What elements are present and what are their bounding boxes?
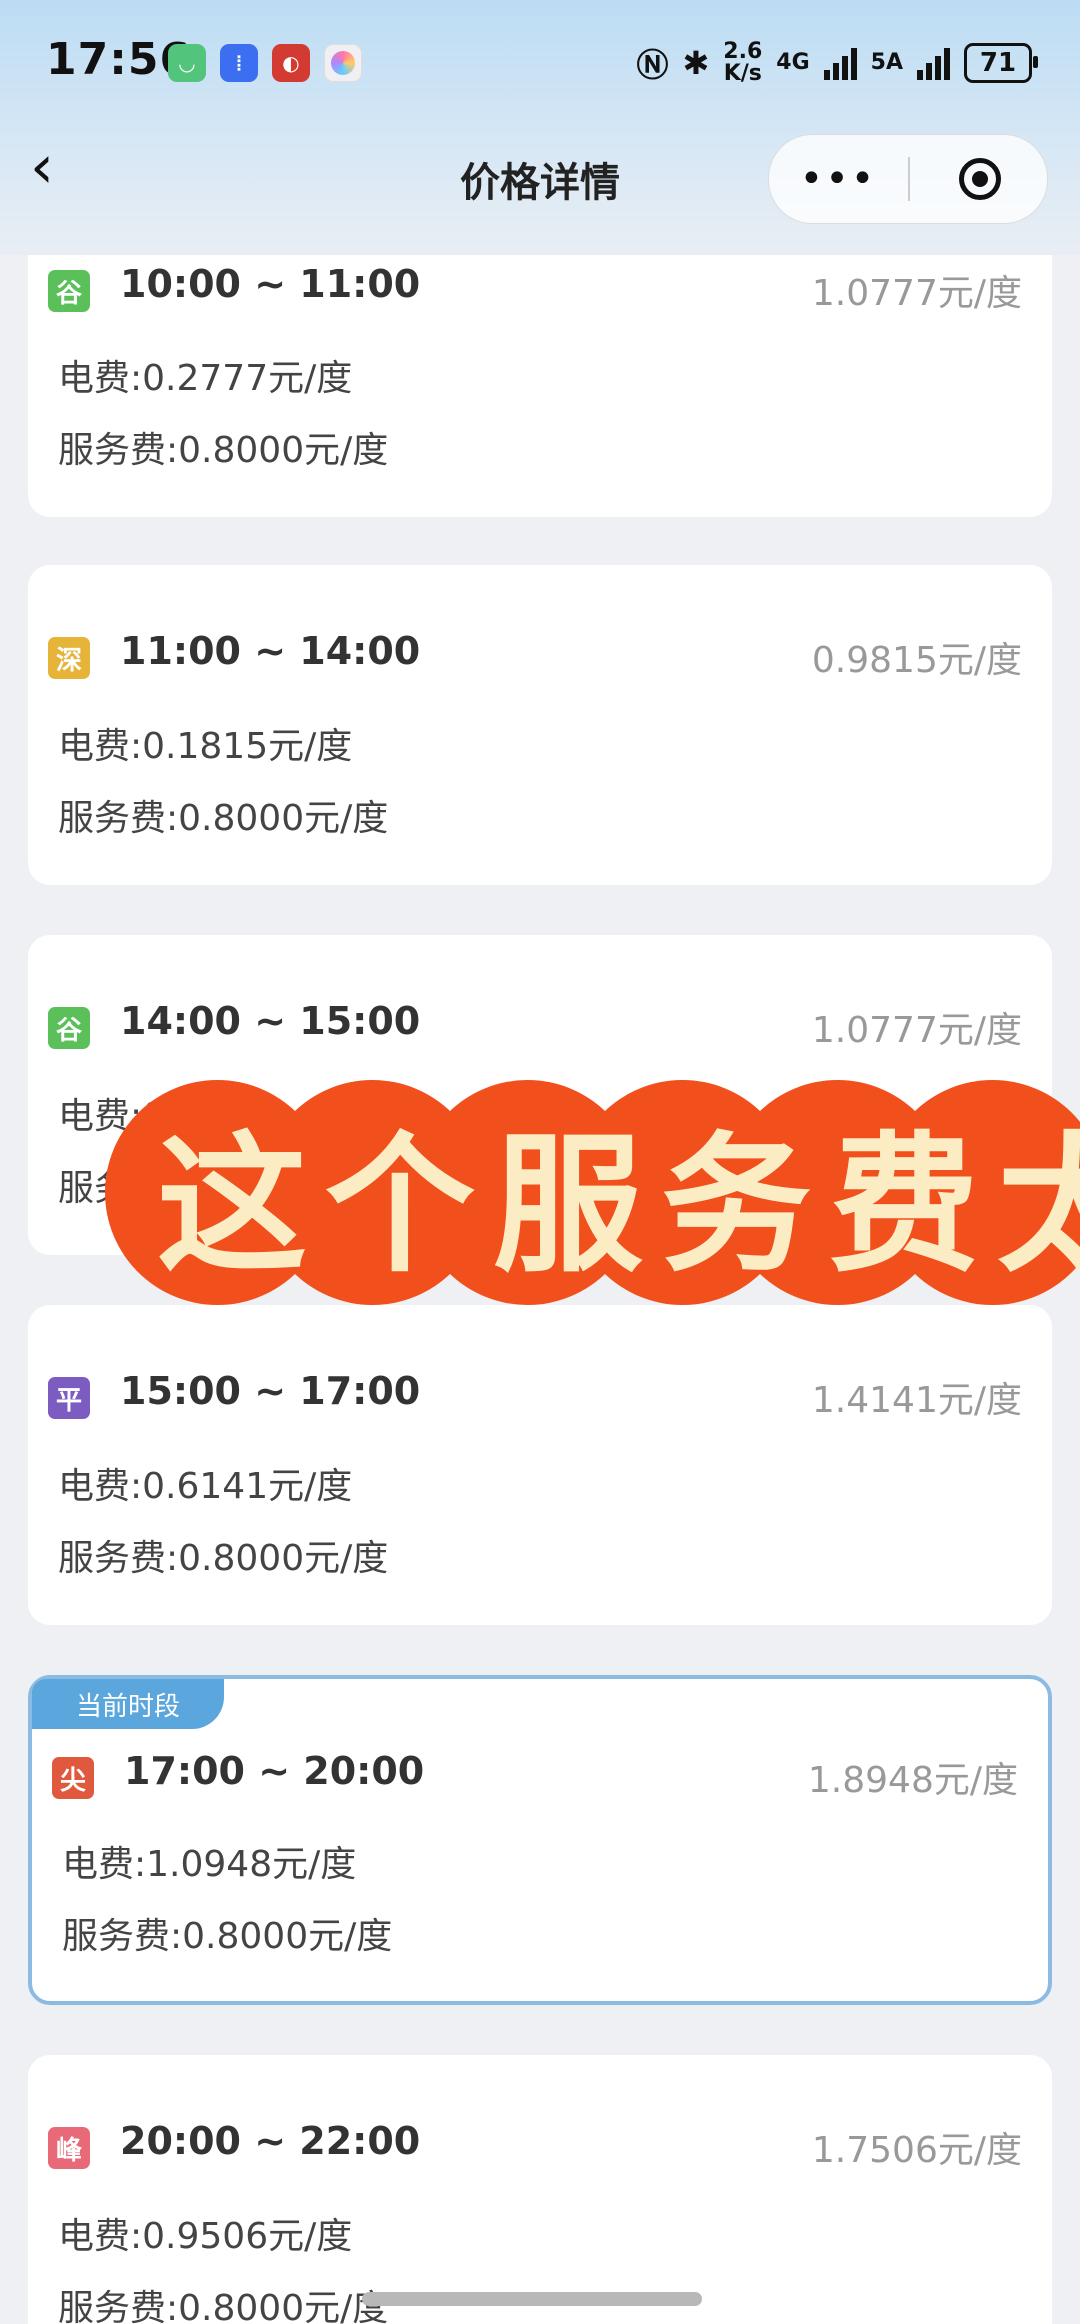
electric-fee: 电费:0.6141元/度 [58, 1466, 353, 1507]
price-card: 深 11:00 ~ 14:00 0.9815元/度 电费:0.1815元/度 服… [28, 565, 1052, 885]
price-card-current: 当前时段 尖 17:00 ~ 20:00 1.8948元/度 电费:1.0948… [28, 1675, 1052, 2005]
target-circle-icon[interactable] [925, 135, 1035, 223]
total-price: 1.0777元/度 [811, 273, 1022, 314]
price-card: 谷 10:00 ~ 11:00 1.0777元/度 电费:0.2777元/度 服… [28, 255, 1052, 517]
current-period-badge: 当前时段 [32, 1679, 224, 1729]
period-tag-valley: 谷 [48, 270, 90, 312]
top-bar: 17:56 ◡ ⦙ ◐ Ⓝ ✱ 2.6 K/s 4G 5A 71 ‹ 价格详情 … [0, 0, 1080, 255]
period-tag-deep: 深 [48, 637, 90, 679]
time-range: 11:00 ~ 14:00 [120, 629, 421, 673]
net-type-1: 4G [776, 50, 810, 75]
time-range: 17:00 ~ 20:00 [124, 1749, 425, 1793]
total-price: 1.7506元/度 [811, 2130, 1022, 2171]
electric-fee: 电费:0.9506元/度 [58, 2216, 353, 2257]
battery-icon: 71 [964, 43, 1038, 83]
time-range: 20:00 ~ 22:00 [120, 2119, 421, 2163]
voice-assistant-icon: ⦙ [220, 44, 258, 82]
mini-program-capsule: ••• [768, 134, 1048, 224]
service-fee: 服务费:0.8000元/度 [58, 1538, 389, 1579]
price-card: 峰 20:00 ~ 22:00 1.7506元/度 电费:0.9506元/度 服… [28, 2055, 1052, 2324]
total-price: 1.8948元/度 [807, 1760, 1018, 1801]
mi-home-icon: ◡ [168, 44, 206, 82]
net-type-2: 5A [870, 50, 903, 75]
service-fee: 服务费:0.8000元/度 [58, 430, 389, 471]
red-app-icon: ◐ [272, 44, 310, 82]
service-fee: 服务费:0.8000元/度 [58, 2288, 389, 2324]
network-speed: 2.6 K/s [723, 39, 763, 86]
electric-fee: 电费:0.2777元/度 [58, 358, 353, 399]
nfc-icon: Ⓝ [636, 46, 669, 84]
period-tag-flat: 平 [48, 1377, 90, 1419]
total-price: 1.4141元/度 [811, 1380, 1022, 1421]
banner-text: 这个服务费太 [157, 1117, 1080, 1293]
signal-1-icon [823, 46, 857, 80]
status-indicators: Ⓝ ✱ 2.6 K/s 4G 5A 71 [636, 38, 1038, 88]
time-range: 14:00 ~ 15:00 [120, 999, 421, 1043]
service-fee: 服务费:0.8000元/度 [58, 798, 389, 839]
bluetooth-icon: ✱ [682, 44, 710, 82]
electric-fee: 电费:0.1815元/度 [58, 726, 353, 767]
total-price: 0.9815元/度 [811, 640, 1022, 681]
period-tag-peak: 峰 [48, 2127, 90, 2169]
signal-2-icon [917, 46, 950, 80]
period-tag-sharp: 尖 [52, 1757, 94, 1799]
capsule-divider [908, 157, 910, 201]
price-card: 平 15:00 ~ 17:00 1.4141元/度 电费:0.6141元/度 服… [28, 1305, 1052, 1625]
time-range: 10:00 ~ 11:00 [120, 262, 421, 306]
total-price: 1.0777元/度 [811, 1010, 1022, 1051]
time-range: 15:00 ~ 17:00 [120, 1369, 421, 1413]
more-dots-icon[interactable]: ••• [769, 135, 907, 223]
period-tag-valley: 谷 [48, 1007, 90, 1049]
color-ring-app-icon [324, 44, 362, 82]
home-indicator[interactable] [362, 2292, 702, 2306]
overlay-caption-banner: 这个服务费太 [105, 1080, 1080, 1305]
electric-fee: 电费:1.0948元/度 [62, 1844, 357, 1885]
service-fee: 服务费:0.8000元/度 [62, 1916, 393, 1957]
